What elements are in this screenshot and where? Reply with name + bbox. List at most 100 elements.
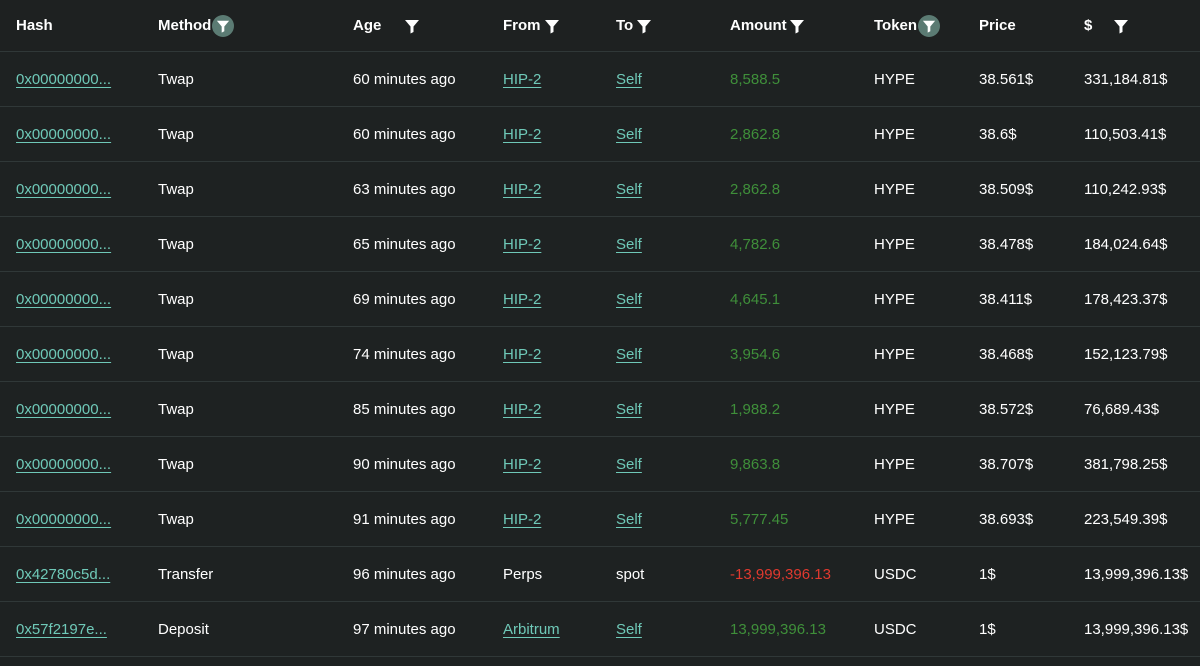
header-token-label: Token [874,17,918,34]
amount-cell: 2,862.8 [730,180,781,198]
from-link[interactable]: HIP-2 [503,346,541,363]
age-cell: 96 minutes ago [353,565,456,583]
method-cell: Twap [158,70,194,88]
from-link[interactable]: HIP-2 [503,181,541,198]
amount-cell: -13,999,396.13 [730,565,831,583]
from-cell: Perps [503,565,543,583]
from-filter-icon[interactable] [543,17,561,35]
to-link[interactable]: Self [616,126,642,143]
token-cell: HYPE [874,400,915,418]
hash-link[interactable]: 0x00000000... [16,456,111,473]
usd-value-cell: 110,503.41$ [1084,125,1167,143]
to-link[interactable]: Self [616,456,642,473]
to-link[interactable]: Self [616,401,642,418]
amount-cell: 1,988.2 [730,400,781,418]
method-cell: Transfer [158,565,214,583]
token-cell: HYPE [874,290,915,308]
from-link[interactable]: HIP-2 [503,401,541,418]
age-cell: 69 minutes ago [353,290,456,308]
hash-link[interactable]: 0x57f2197e... [16,621,107,638]
table-row: 0x00000000... Twap 63 minutes ago HIP-2 … [0,162,1200,217]
token-cell: HYPE [874,345,915,363]
method-cell: Twap [158,125,194,143]
age-cell: 74 minutes ago [353,345,456,363]
table-row: 0x00000000... Twap 69 minutes ago HIP-2 … [0,272,1200,327]
hash-link[interactable]: 0x00000000... [16,236,111,253]
age-filter-icon[interactable] [403,17,421,35]
to-link[interactable]: Self [616,346,642,363]
table-row: 0x00000000... Twap 74 minutes ago HIP-2 … [0,327,1200,382]
method-filter-icon[interactable] [212,14,235,37]
to-link[interactable]: Self [616,511,642,528]
to-link[interactable]: Self [616,621,642,638]
token-filter-icon[interactable] [918,14,941,37]
method-cell: Deposit [158,620,209,638]
from-link[interactable]: HIP-2 [503,291,541,308]
price-cell: 38.468$ [979,345,1034,363]
header-hash-label: Hash [16,17,53,34]
from-link[interactable]: HIP-2 [503,236,541,253]
usd-value-cell: 76,689.43$ [1084,400,1160,418]
method-cell: Twap [158,400,194,418]
amount-cell: 8,588.5 [730,70,781,88]
table-row: 0x00000000... Twap 60 minutes ago HIP-2 … [0,52,1200,107]
header-from: From [503,0,561,51]
to-filter-icon[interactable] [635,17,653,35]
header-to: To [616,0,653,51]
usd-filter-icon[interactable] [1112,17,1130,35]
age-cell: 90 minutes ago [353,455,456,473]
token-cell: HYPE [874,70,915,88]
hash-link[interactable]: 0x00000000... [16,71,111,88]
age-cell: 60 minutes ago [353,70,456,88]
table-header: Hash Method Age From To Amount Token Pri… [0,0,1200,52]
table-row: 0x00000000... Twap 60 minutes ago HIP-2 … [0,107,1200,162]
hash-link[interactable]: 0x00000000... [16,181,111,198]
header-usd-label: $ [1084,17,1093,34]
header-hash: Hash [16,0,53,51]
header-age-label: Age [353,17,382,34]
header-price: Price [979,0,1016,51]
from-link[interactable]: HIP-2 [503,71,541,88]
header-amount-label: Amount [730,17,787,34]
price-cell: 38.411$ [979,290,1033,308]
age-cell: 63 minutes ago [353,180,456,198]
from-link[interactable]: HIP-2 [503,511,541,528]
age-cell: 65 minutes ago [353,235,456,253]
hash-link[interactable]: 0x00000000... [16,511,111,528]
age-cell: 91 minutes ago [353,510,456,528]
age-cell: 60 minutes ago [353,125,456,143]
price-cell: 38.509$ [979,180,1034,198]
usd-value-cell: 223,549.39$ [1084,510,1168,528]
token-cell: HYPE [874,235,915,253]
hash-link[interactable]: 0x00000000... [16,346,111,363]
amount-cell: 2,862.8 [730,125,781,143]
to-link[interactable]: Self [616,236,642,253]
hash-link[interactable]: 0x00000000... [16,401,111,418]
usd-value-cell: 331,184.81$ [1084,70,1168,88]
hash-link[interactable]: 0x42780c5d... [16,566,110,583]
token-cell: HYPE [874,455,915,473]
usd-value-cell: 152,123.79$ [1084,345,1168,363]
from-link[interactable]: HIP-2 [503,456,541,473]
usd-value-cell: 381,798.25$ [1084,455,1168,473]
from-link[interactable]: HIP-2 [503,126,541,143]
amount-filter-icon[interactable] [788,17,806,35]
to-link[interactable]: Self [616,291,642,308]
to-link[interactable]: Self [616,181,642,198]
table-row: 0x42780c5d... Transfer 96 minutes ago Pe… [0,547,1200,602]
header-amount: Amount [730,0,806,51]
amount-cell: 4,645.1 [730,290,781,308]
method-cell: Twap [158,510,194,528]
header-price-label: Price [979,17,1016,34]
hash-link[interactable]: 0x00000000... [16,291,111,308]
usd-value-cell: 13,999,396.13$ [1084,565,1189,583]
header-usd: $ [1084,0,1130,51]
token-cell: USDC [874,620,917,638]
price-cell: 38.693$ [979,510,1034,528]
usd-value-cell: 110,242.93$ [1084,180,1167,198]
amount-cell: 4,782.6 [730,235,781,253]
hash-link[interactable]: 0x00000000... [16,126,111,143]
from-link[interactable]: Arbitrum [503,621,560,638]
amount-cell: 3,954.6 [730,345,781,363]
to-link[interactable]: Self [616,71,642,88]
